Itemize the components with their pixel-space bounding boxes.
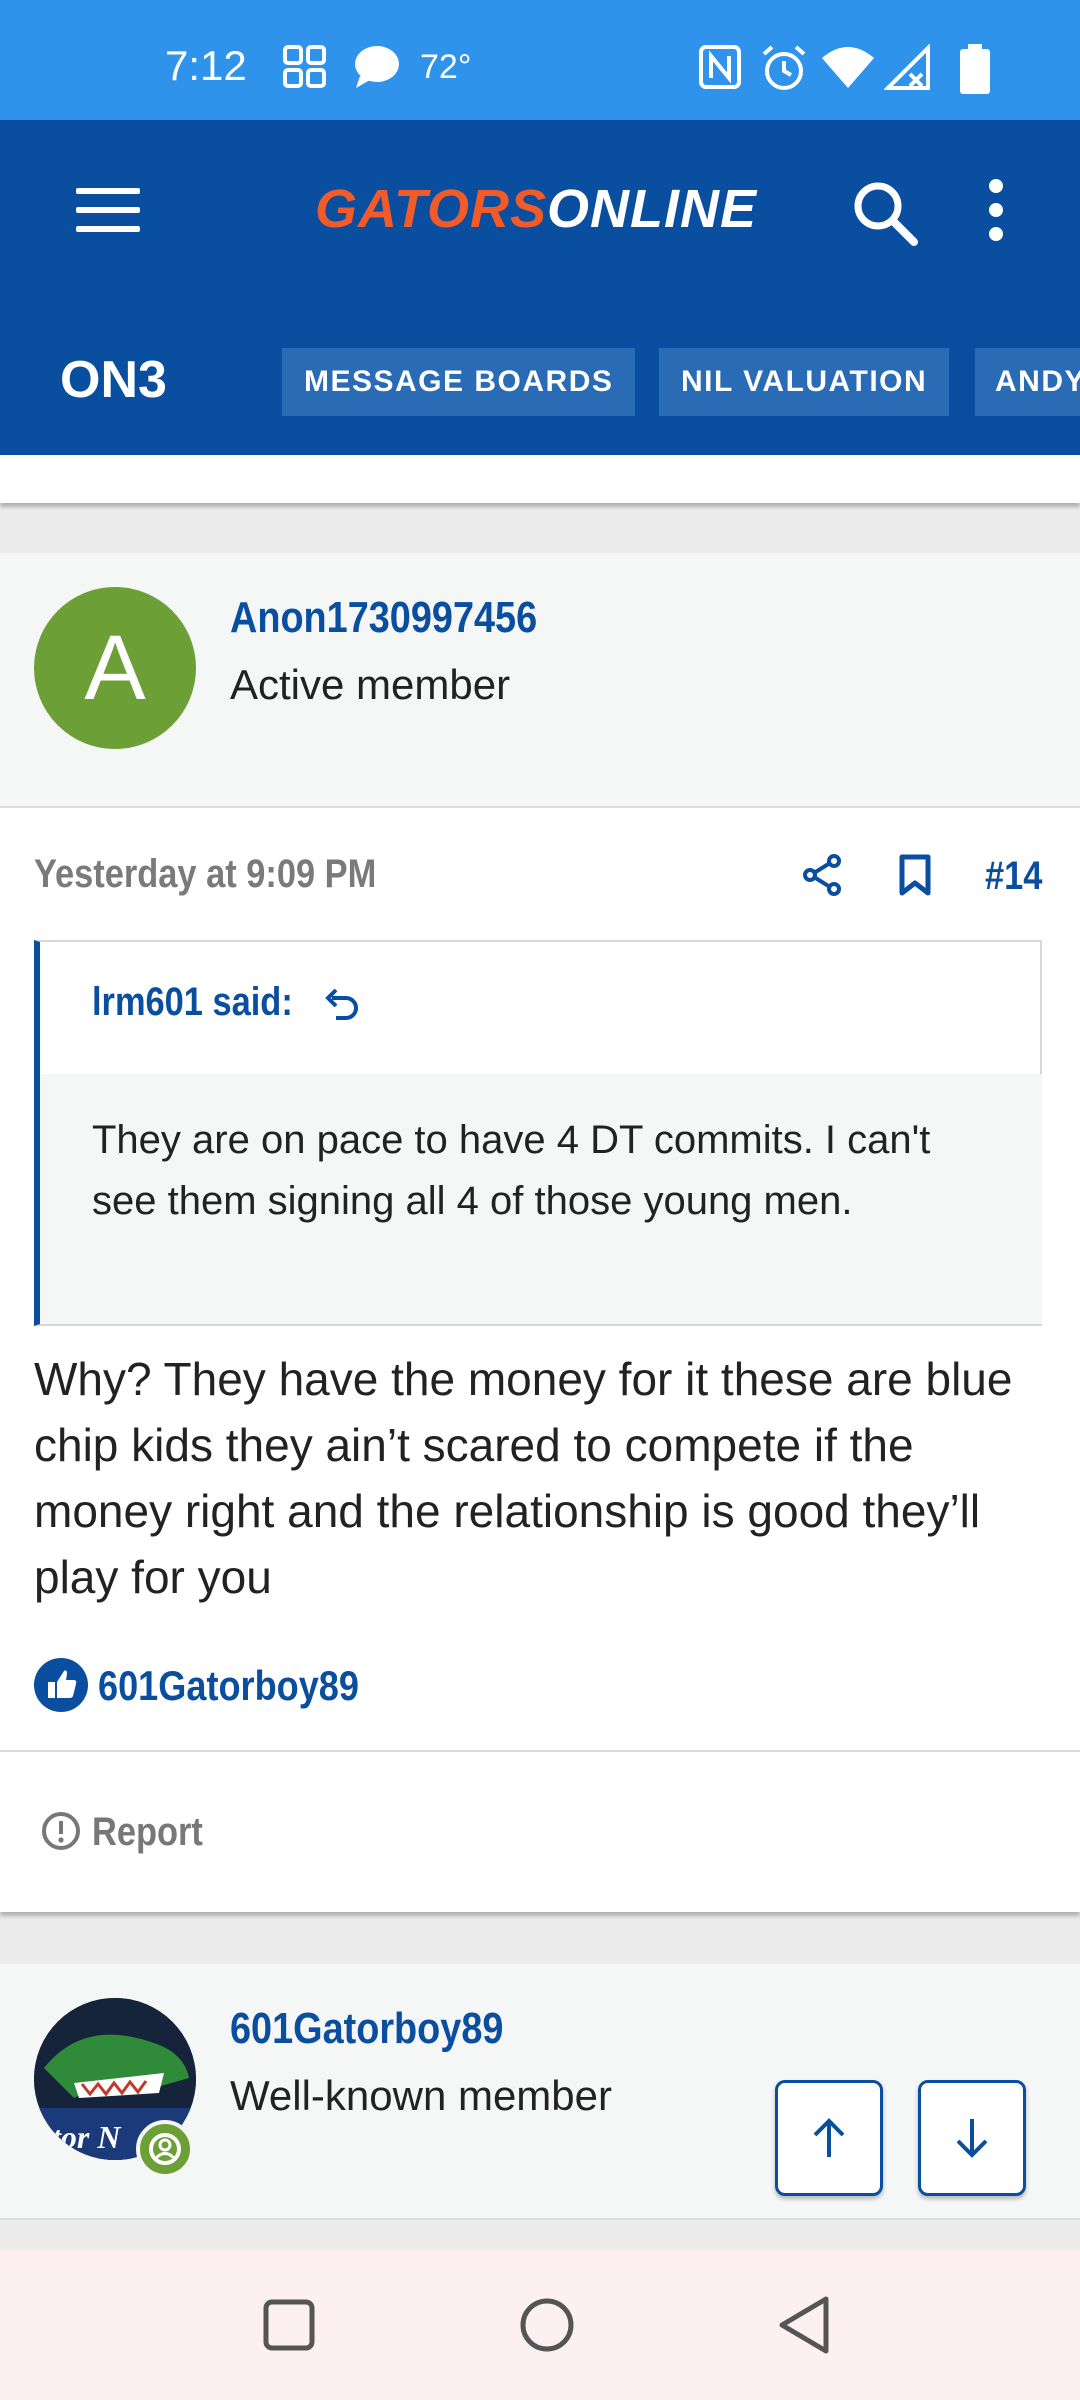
status-time: 7:12 — [165, 42, 247, 89]
avatar[interactable]: A — [34, 587, 196, 749]
alarm-icon — [762, 45, 806, 90]
post-timestamp[interactable]: Yesterday at 9:09 PM — [34, 852, 376, 897]
bookmark-icon[interactable] — [898, 854, 932, 896]
post-actions: Report — [0, 1752, 1080, 1912]
wifi-icon — [822, 47, 874, 88]
nav-nil-valuation[interactable]: NIL VALUATION — [659, 348, 950, 416]
nav-recents-icon[interactable] — [262, 2298, 316, 2352]
system-nav-bar — [0, 2250, 1080, 2400]
nav-andy[interactable]: ANDY — [975, 348, 1080, 416]
chat-bubble-icon — [355, 46, 399, 88]
author-name[interactable]: Anon1730997456 — [230, 593, 537, 643]
post: Yesterday at 9:09 PM #14 lrm601 said: Th… — [0, 808, 1080, 1752]
apps-icon — [283, 45, 326, 88]
search-icon[interactable] — [850, 178, 920, 248]
status-bar: 7:12 72° — [0, 0, 1080, 120]
online-status-badge — [136, 2120, 194, 2178]
nav-home-icon[interactable] — [518, 2296, 576, 2354]
arrow-up-icon — [813, 2118, 845, 2157]
nav-message-boards[interactable]: MESSAGE BOARDS — [282, 348, 636, 416]
menu-icon[interactable] — [76, 188, 140, 232]
logo-part2: ONLINE — [547, 179, 758, 239]
more-vert-icon[interactable] — [985, 178, 1007, 242]
liked-by-user[interactable]: 601Gatorboy89 — [98, 1662, 359, 1710]
quote-author[interactable]: lrm601 said: — [92, 980, 293, 1025]
share-icon[interactable] — [800, 853, 844, 897]
site-logo[interactable]: GATORSONLINE — [315, 178, 757, 240]
battery-icon — [960, 44, 990, 94]
quote-text: They are on pace to have 4 DT commits. I… — [40, 1074, 1042, 1324]
nav-back-icon[interactable] — [776, 2294, 832, 2356]
scroll-down-button[interactable] — [918, 2080, 1026, 2196]
post-text: Why? They have the money for it these ar… — [34, 1353, 1013, 1603]
nfc-icon — [699, 45, 741, 89]
author-name[interactable]: 601Gatorboy89 — [230, 2004, 503, 2054]
author-role: Well-known member — [230, 2072, 612, 2119]
reply-arrow-icon[interactable] — [320, 984, 360, 1024]
post-number[interactable]: #14 — [985, 854, 1042, 899]
thumbs-up-icon — [34, 1658, 88, 1712]
previous-post-edge — [0, 455, 1080, 503]
arrow-down-icon — [956, 2119, 988, 2158]
status-temperature: 72° — [420, 48, 472, 86]
quote-block: lrm601 said: They are on pace to have 4 … — [34, 940, 1042, 1326]
signal-icon — [884, 44, 930, 90]
report-icon[interactable] — [40, 1810, 82, 1852]
scroll-up-button[interactable] — [775, 2080, 883, 2196]
on3-logo[interactable]: ON3 — [60, 350, 167, 410]
logo-part1: GATORS — [315, 179, 548, 239]
report-link[interactable]: Report — [92, 1810, 203, 1855]
avatar-text: ator N — [36, 2119, 122, 2155]
author-role: Active member — [230, 661, 511, 708]
post-author-header: A Anon1730997456 Active member — [0, 553, 1080, 808]
